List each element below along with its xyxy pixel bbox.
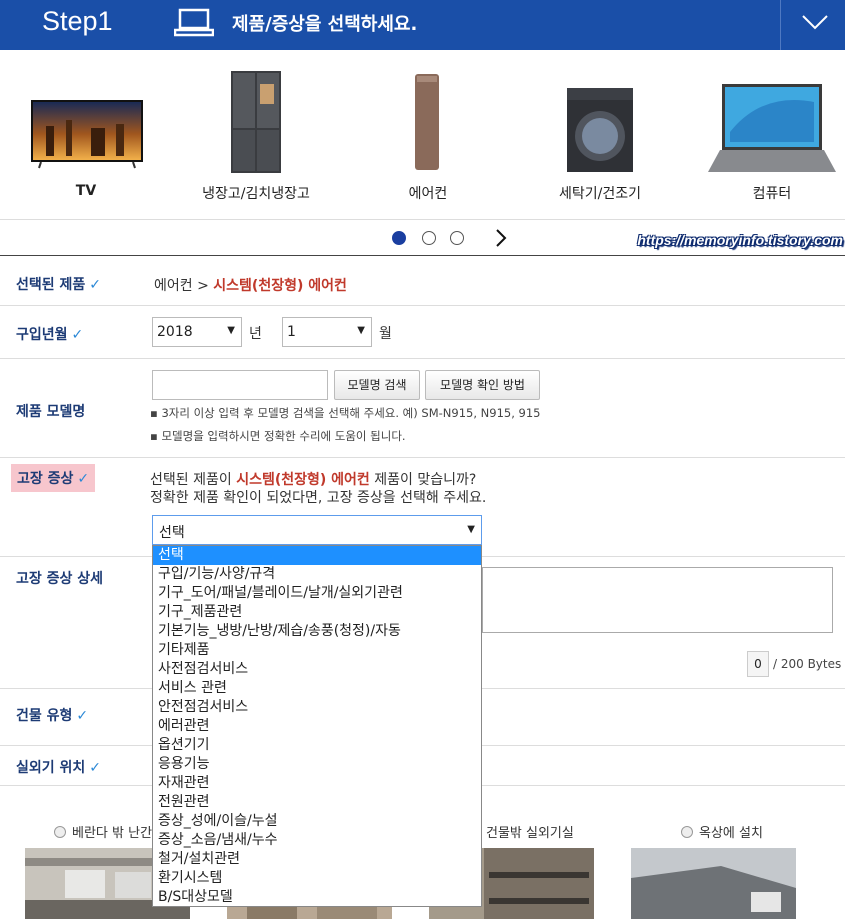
symptom-option[interactable]: 환기시스템 — [153, 869, 481, 888]
watermark: https://memoryinfo.tistory.com — [637, 232, 843, 248]
chevron-down-icon — [802, 15, 828, 30]
symptom-option[interactable]: 응용기능 — [153, 755, 481, 774]
symptom-instruction: 정확한 제품 확인이 되었다면, 고장 증상을 선택해 주세요. — [150, 490, 487, 506]
rooftop-photo — [631, 848, 796, 919]
symptom-option[interactable]: 기타제품 — [153, 641, 481, 660]
breadcrumb-separator: > — [192, 278, 214, 294]
symptom-option[interactable]: 전원관련 — [153, 793, 481, 812]
check-icon: ✓ — [71, 327, 84, 343]
carousel-pager: https://memoryinfo.tistory.com — [0, 220, 845, 256]
symptom-option[interactable]: 철거/설치관련 — [153, 850, 481, 869]
model-search-button[interactable]: 모델명 검색 — [334, 370, 420, 400]
model-row: 제품 모델명 모델명 검색 모델명 확인 방법 ▪ 3자리 이상 입력 후 모델… — [0, 359, 845, 458]
year-unit: 년 — [249, 326, 262, 342]
washer-image — [567, 88, 633, 172]
symptom-option[interactable]: 구입/기능/사양/규격 — [153, 565, 481, 584]
refrigerator-image — [231, 71, 281, 173]
purchase-date-row: 구입년월 ✓ 2018 ▼ 년 1 ▼ 월 — [0, 306, 845, 359]
product-refrigerator[interactable]: 냉장고/김치냉장고 — [176, 50, 336, 210]
symptom-option[interactable]: 증상_성에/이슬/누설 — [153, 812, 481, 831]
dropdown-arrow-icon: ▼ — [467, 524, 475, 535]
model-hint-2: ▪ 모델명을 입력하시면 정확한 수리에 도움이 됩니다. — [150, 429, 406, 443]
model-hint-1: ▪ 3자리 이상 입력 후 모델명 검색을 선택해 주세요. 예) SM-N91… — [150, 406, 541, 420]
outdoor-label: 실외기 위치 ✓ — [16, 760, 102, 776]
symptom-option[interactable]: 에러관련 — [153, 717, 481, 736]
selected-product-label: 선택된 제품 ✓ — [16, 277, 102, 293]
year-select[interactable]: 2018 ▼ — [152, 317, 242, 347]
check-icon: ✓ — [76, 708, 89, 724]
check-icon: ✓ — [89, 760, 102, 776]
symptom-option[interactable]: 기구_도어/패널/블레이드/날개/실외기관련 — [153, 584, 481, 603]
check-icon: ✓ — [89, 277, 102, 293]
detail-label: 고장 증상 상세 — [16, 571, 104, 587]
product-label: 세탁기/건조기 — [559, 186, 641, 202]
header-toggle-button[interactable] — [780, 0, 845, 50]
radio-button[interactable] — [681, 826, 693, 838]
symptom-option[interactable]: B/S대상모델 — [153, 888, 481, 907]
page-title: 제품/증상을 선택하세요. — [232, 14, 418, 35]
symptom-label: 고장 증상 ✓ — [11, 464, 96, 492]
symptom-option[interactable]: 서비스 관련 — [153, 679, 481, 698]
product-tv[interactable]: TV — [6, 50, 166, 210]
selected-product-row: 선택된 제품 ✓ 에어컨 > 시스템(천장형) 에어컨 — [0, 257, 845, 306]
product-carousel: TV 냉장고/김치냉장고 에어컨 세탁기/건조기 컴퓨터 — [0, 50, 845, 220]
product-computer[interactable]: 컴퓨터 — [692, 50, 845, 210]
byte-counter: 0 — [747, 651, 769, 677]
breadcrumb-product: 시스템(천장형) 에어컨 — [213, 278, 347, 294]
symptom-option[interactable]: 증상_소음/냄새/누수 — [153, 831, 481, 850]
symptom-question: 선택된 제품이 시스템(천장형) 에어컨 제품이 맞습니까? — [150, 472, 477, 488]
check-icon: ✓ — [77, 471, 90, 487]
dropdown-arrow-icon: ▼ — [227, 325, 235, 336]
header-bar: Step1 제품/증상을 선택하세요. — [0, 0, 845, 50]
product-label: 냉장고/김치냉장고 — [202, 186, 310, 202]
detail-textarea[interactable] — [482, 567, 833, 633]
location-option-outdoor-room[interactable]: 건물밖 실외기실 — [486, 822, 574, 841]
model-label: 제품 모델명 — [16, 404, 86, 420]
symptom-select[interactable]: 선택 ▼ — [152, 515, 482, 545]
month-unit: 월 — [379, 326, 392, 342]
pager-dot-3[interactable] — [450, 231, 464, 245]
location-option-balcony[interactable]: 베란다 밖 난간 — [54, 822, 152, 841]
pager-dot-1[interactable] — [392, 231, 406, 245]
aircon-image — [415, 74, 439, 170]
symptom-option[interactable]: 기구_제품관련 — [153, 603, 481, 622]
purchase-date-label: 구입년월 ✓ — [16, 327, 84, 343]
product-washer[interactable]: 세탁기/건조기 — [520, 50, 680, 210]
step-label: Step1 — [42, 6, 113, 36]
laptop-icon — [174, 8, 214, 37]
breadcrumb-category: 에어컨 — [154, 278, 193, 294]
product-label: 컴퓨터 — [752, 186, 792, 202]
byte-limit: / 200 Bytes — [773, 657, 842, 671]
radio-button[interactable] — [54, 826, 66, 838]
symptom-option[interactable]: 기본기능_냉방/난방/제습/송풍(청정)/자동 — [153, 622, 481, 641]
symptom-dropdown-list: 선택 구입/기능/사양/규격 기구_도어/패널/블레이드/날개/실외기관련 기구_제품… — [152, 545, 482, 907]
symptom-option[interactable]: 사전점검서비스 — [153, 660, 481, 679]
symptom-option[interactable]: 안전점검서비스 — [153, 698, 481, 717]
computer-image — [708, 84, 836, 172]
dropdown-arrow-icon: ▼ — [357, 325, 365, 336]
product-label: 에어컨 — [408, 186, 448, 202]
symptom-option[interactable]: 자재관련 — [153, 774, 481, 793]
month-select[interactable]: 1 ▼ — [282, 317, 372, 347]
building-label: 건물 유형 ✓ — [16, 708, 89, 724]
symptom-option[interactable]: 옵션기기 — [153, 736, 481, 755]
symptom-option[interactable]: 선택 — [153, 546, 481, 565]
location-option-rooftop[interactable]: 옥상에 설치 — [681, 822, 763, 841]
product-label: TV — [75, 183, 97, 199]
model-input[interactable] — [152, 370, 328, 400]
breadcrumb: 에어컨 > 시스템(천장형) 에어컨 — [154, 275, 347, 295]
product-aircon[interactable]: 에어컨 — [348, 50, 508, 210]
model-howto-button[interactable]: 모델명 확인 방법 — [425, 370, 540, 400]
pager-dot-2[interactable] — [422, 231, 436, 245]
tv-image — [31, 100, 143, 169]
chevron-right-icon[interactable] — [495, 229, 507, 247]
